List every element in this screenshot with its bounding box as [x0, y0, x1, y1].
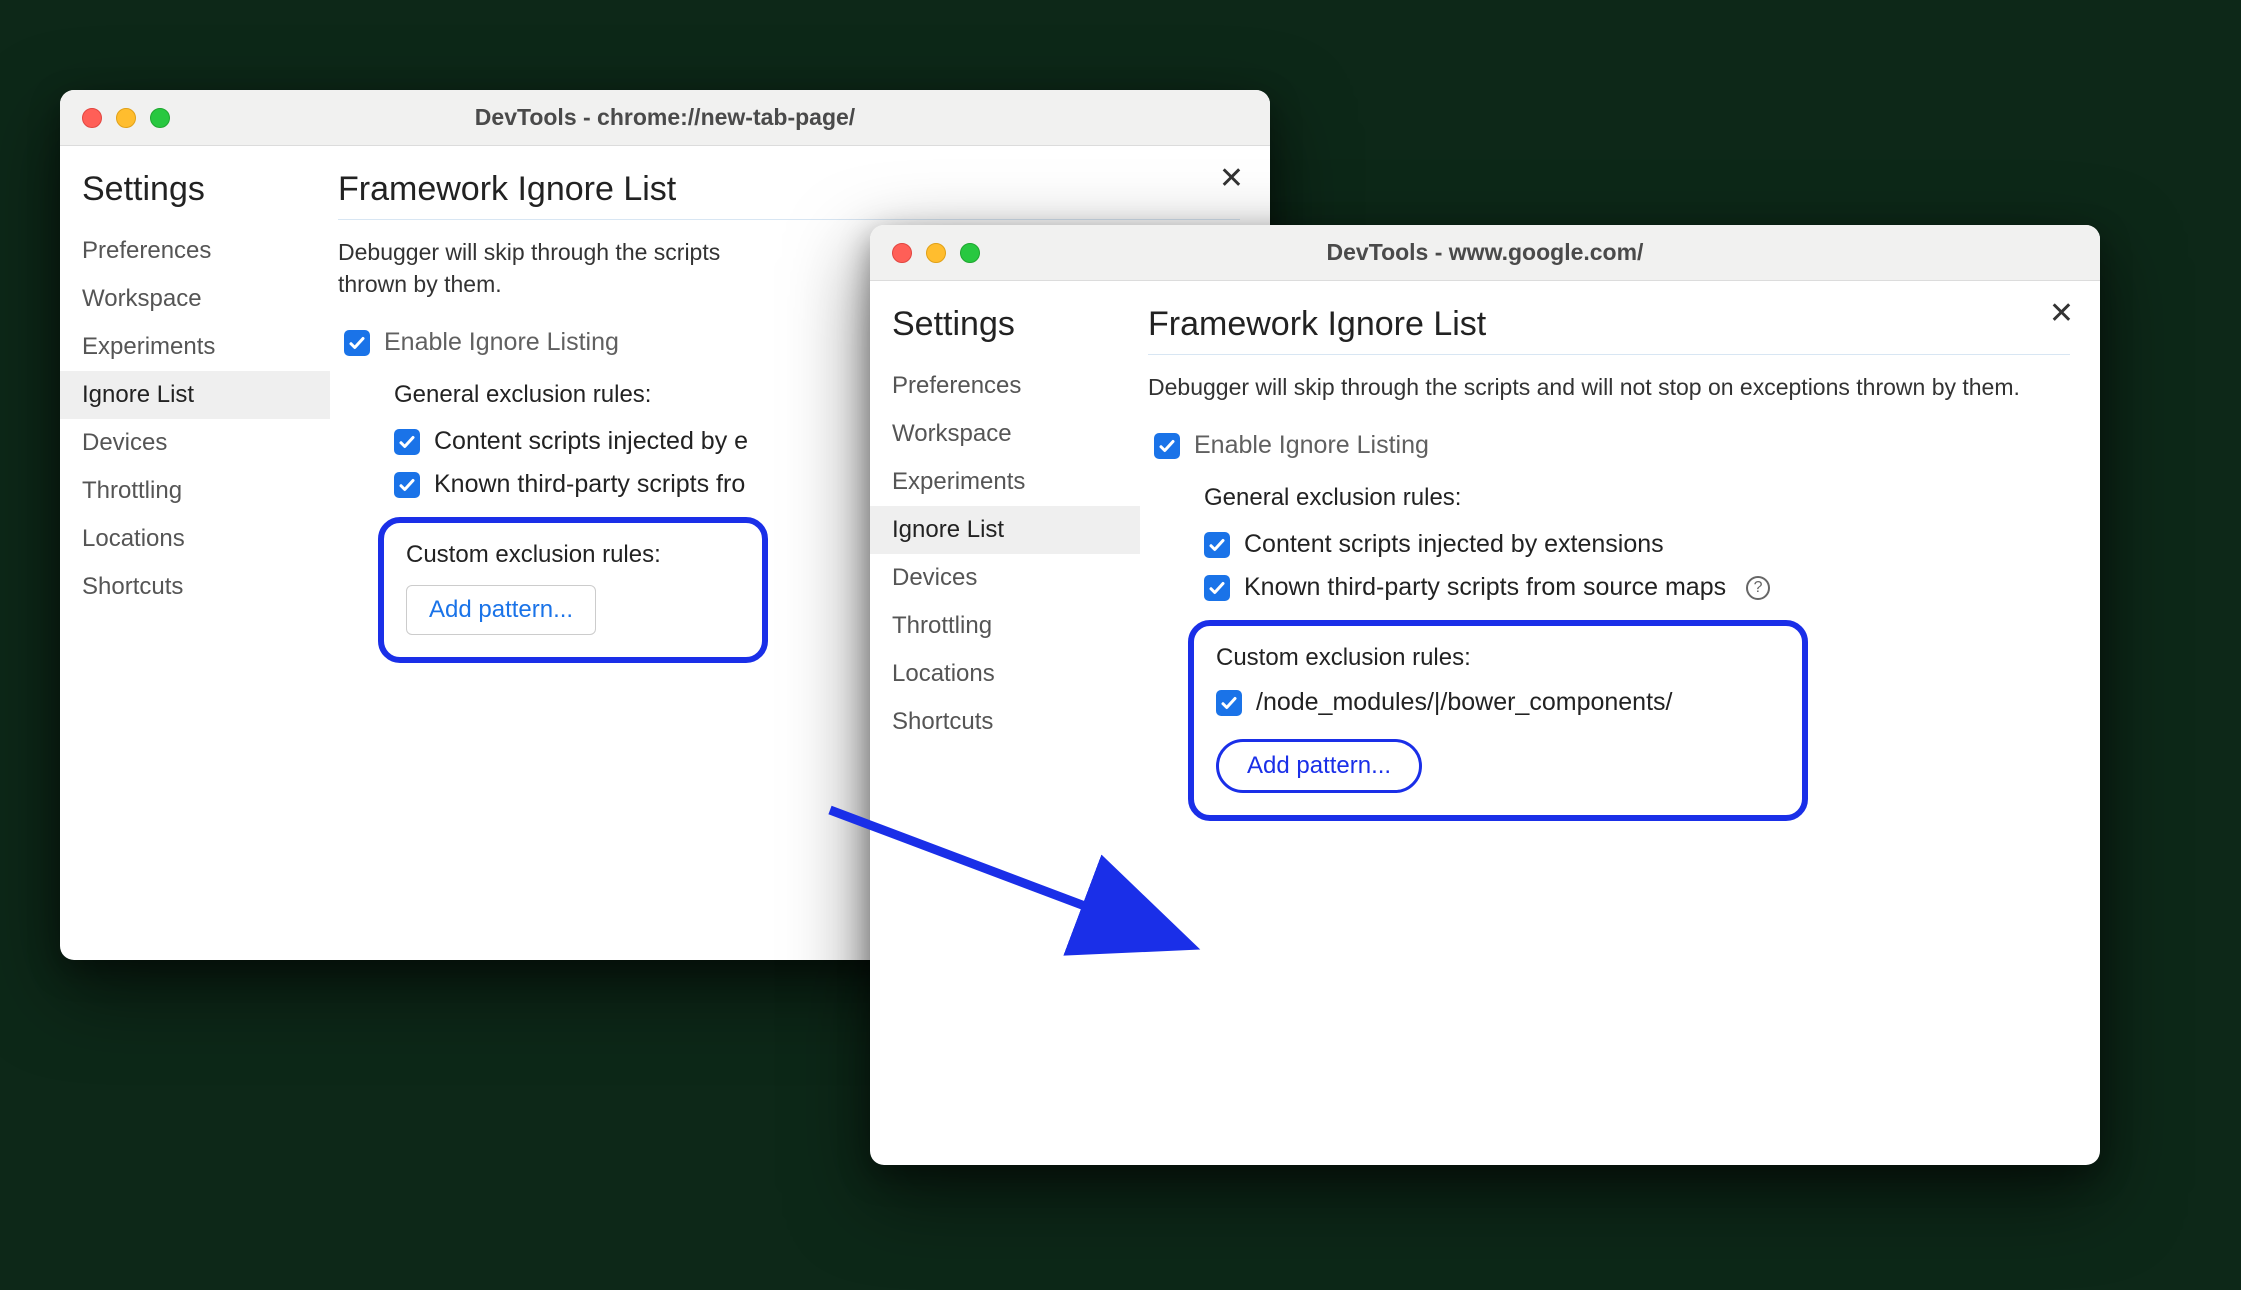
settings-body: ✕ Settings PreferencesWorkspaceExperimen…: [870, 281, 2100, 1165]
content-scripts-label: Content scripts injected by e: [434, 427, 748, 456]
sidebar-item-preferences[interactable]: Preferences: [870, 362, 1140, 410]
panel-description: Debugger will skip through the scripts a…: [1148, 371, 2070, 403]
close-window-icon[interactable]: [892, 243, 912, 263]
sidebar-item-workspace[interactable]: Workspace: [60, 275, 330, 323]
custom-rules-highlight: Custom exclusion rules: Add pattern...: [378, 517, 768, 663]
sidebar-item-experiments[interactable]: Experiments: [60, 323, 330, 371]
sidebar-item-shortcuts[interactable]: Shortcuts: [60, 563, 330, 611]
general-rules-heading: General exclusion rules:: [1204, 484, 2070, 512]
sidebar-item-workspace[interactable]: Workspace: [870, 410, 1140, 458]
sidebar-item-locations[interactable]: Locations: [60, 515, 330, 563]
custom-rules-heading: Custom exclusion rules:: [406, 541, 740, 569]
panel-title: Framework Ignore List: [1148, 305, 2070, 355]
sidebar-item-ignore-list[interactable]: Ignore List: [60, 371, 330, 419]
enable-ignore-listing-checkbox[interactable]: [344, 330, 370, 356]
thirdparty-checkbox[interactable]: [1204, 575, 1230, 601]
minimize-window-icon[interactable]: [116, 108, 136, 128]
add-pattern-button[interactable]: Add pattern...: [406, 585, 596, 635]
thirdparty-checkbox[interactable]: [394, 472, 420, 498]
sidebar-item-throttling[interactable]: Throttling: [870, 602, 1140, 650]
sidebar-item-ignore-list[interactable]: Ignore List: [870, 506, 1140, 554]
thirdparty-label: Known third-party scripts fro: [434, 470, 745, 499]
content-scripts-checkbox[interactable]: [394, 429, 420, 455]
custom-pattern-label: /node_modules/|/bower_components/: [1256, 688, 1672, 717]
content-scripts-label: Content scripts injected by extensions: [1244, 530, 1664, 559]
sidebar-item-experiments[interactable]: Experiments: [870, 458, 1140, 506]
settings-sidebar: Settings PreferencesWorkspaceExperiments…: [60, 146, 330, 960]
add-pattern-button[interactable]: Add pattern...: [1216, 739, 1422, 793]
close-window-icon[interactable]: [82, 108, 102, 128]
settings-sidebar: Settings PreferencesWorkspaceExperiments…: [870, 281, 1140, 1165]
close-settings-button[interactable]: ✕: [2049, 299, 2074, 329]
sidebar-item-preferences[interactable]: Preferences: [60, 227, 330, 275]
window-title: DevTools - chrome://new-tab-page/: [60, 104, 1270, 131]
enable-ignore-listing-label: Enable Ignore Listing: [1194, 431, 1429, 460]
titlebar: DevTools - chrome://new-tab-page/: [60, 90, 1270, 146]
sidebar-item-devices[interactable]: Devices: [60, 419, 330, 467]
traffic-lights: [82, 108, 170, 128]
help-icon[interactable]: ?: [1746, 576, 1770, 600]
maximize-window-icon[interactable]: [150, 108, 170, 128]
sidebar-item-devices[interactable]: Devices: [870, 554, 1140, 602]
custom-pattern-checkbox[interactable]: [1216, 690, 1242, 716]
sidebar-item-locations[interactable]: Locations: [870, 650, 1140, 698]
panel-title: Framework Ignore List: [338, 170, 1240, 220]
settings-content: Framework Ignore List Debugger will skip…: [1140, 281, 2100, 1165]
sidebar-item-shortcuts[interactable]: Shortcuts: [870, 698, 1140, 746]
devtools-window-right: DevTools - www.google.com/ ✕ Settings Pr…: [870, 225, 2100, 1165]
settings-heading: Settings: [870, 301, 1140, 362]
thirdparty-label: Known third-party scripts from source ma…: [1244, 573, 1726, 602]
content-scripts-checkbox[interactable]: [1204, 532, 1230, 558]
minimize-window-icon[interactable]: [926, 243, 946, 263]
enable-ignore-listing-checkbox[interactable]: [1154, 433, 1180, 459]
window-title: DevTools - www.google.com/: [870, 239, 2100, 266]
close-settings-button[interactable]: ✕: [1219, 164, 1244, 194]
custom-rules-heading: Custom exclusion rules:: [1216, 644, 1780, 672]
sidebar-item-throttling[interactable]: Throttling: [60, 467, 330, 515]
settings-heading: Settings: [60, 166, 330, 227]
enable-ignore-listing-label: Enable Ignore Listing: [384, 328, 619, 357]
custom-rules-highlight: Custom exclusion rules: /node_modules/|/…: [1188, 620, 1808, 821]
traffic-lights: [892, 243, 980, 263]
titlebar: DevTools - www.google.com/: [870, 225, 2100, 281]
maximize-window-icon[interactable]: [960, 243, 980, 263]
